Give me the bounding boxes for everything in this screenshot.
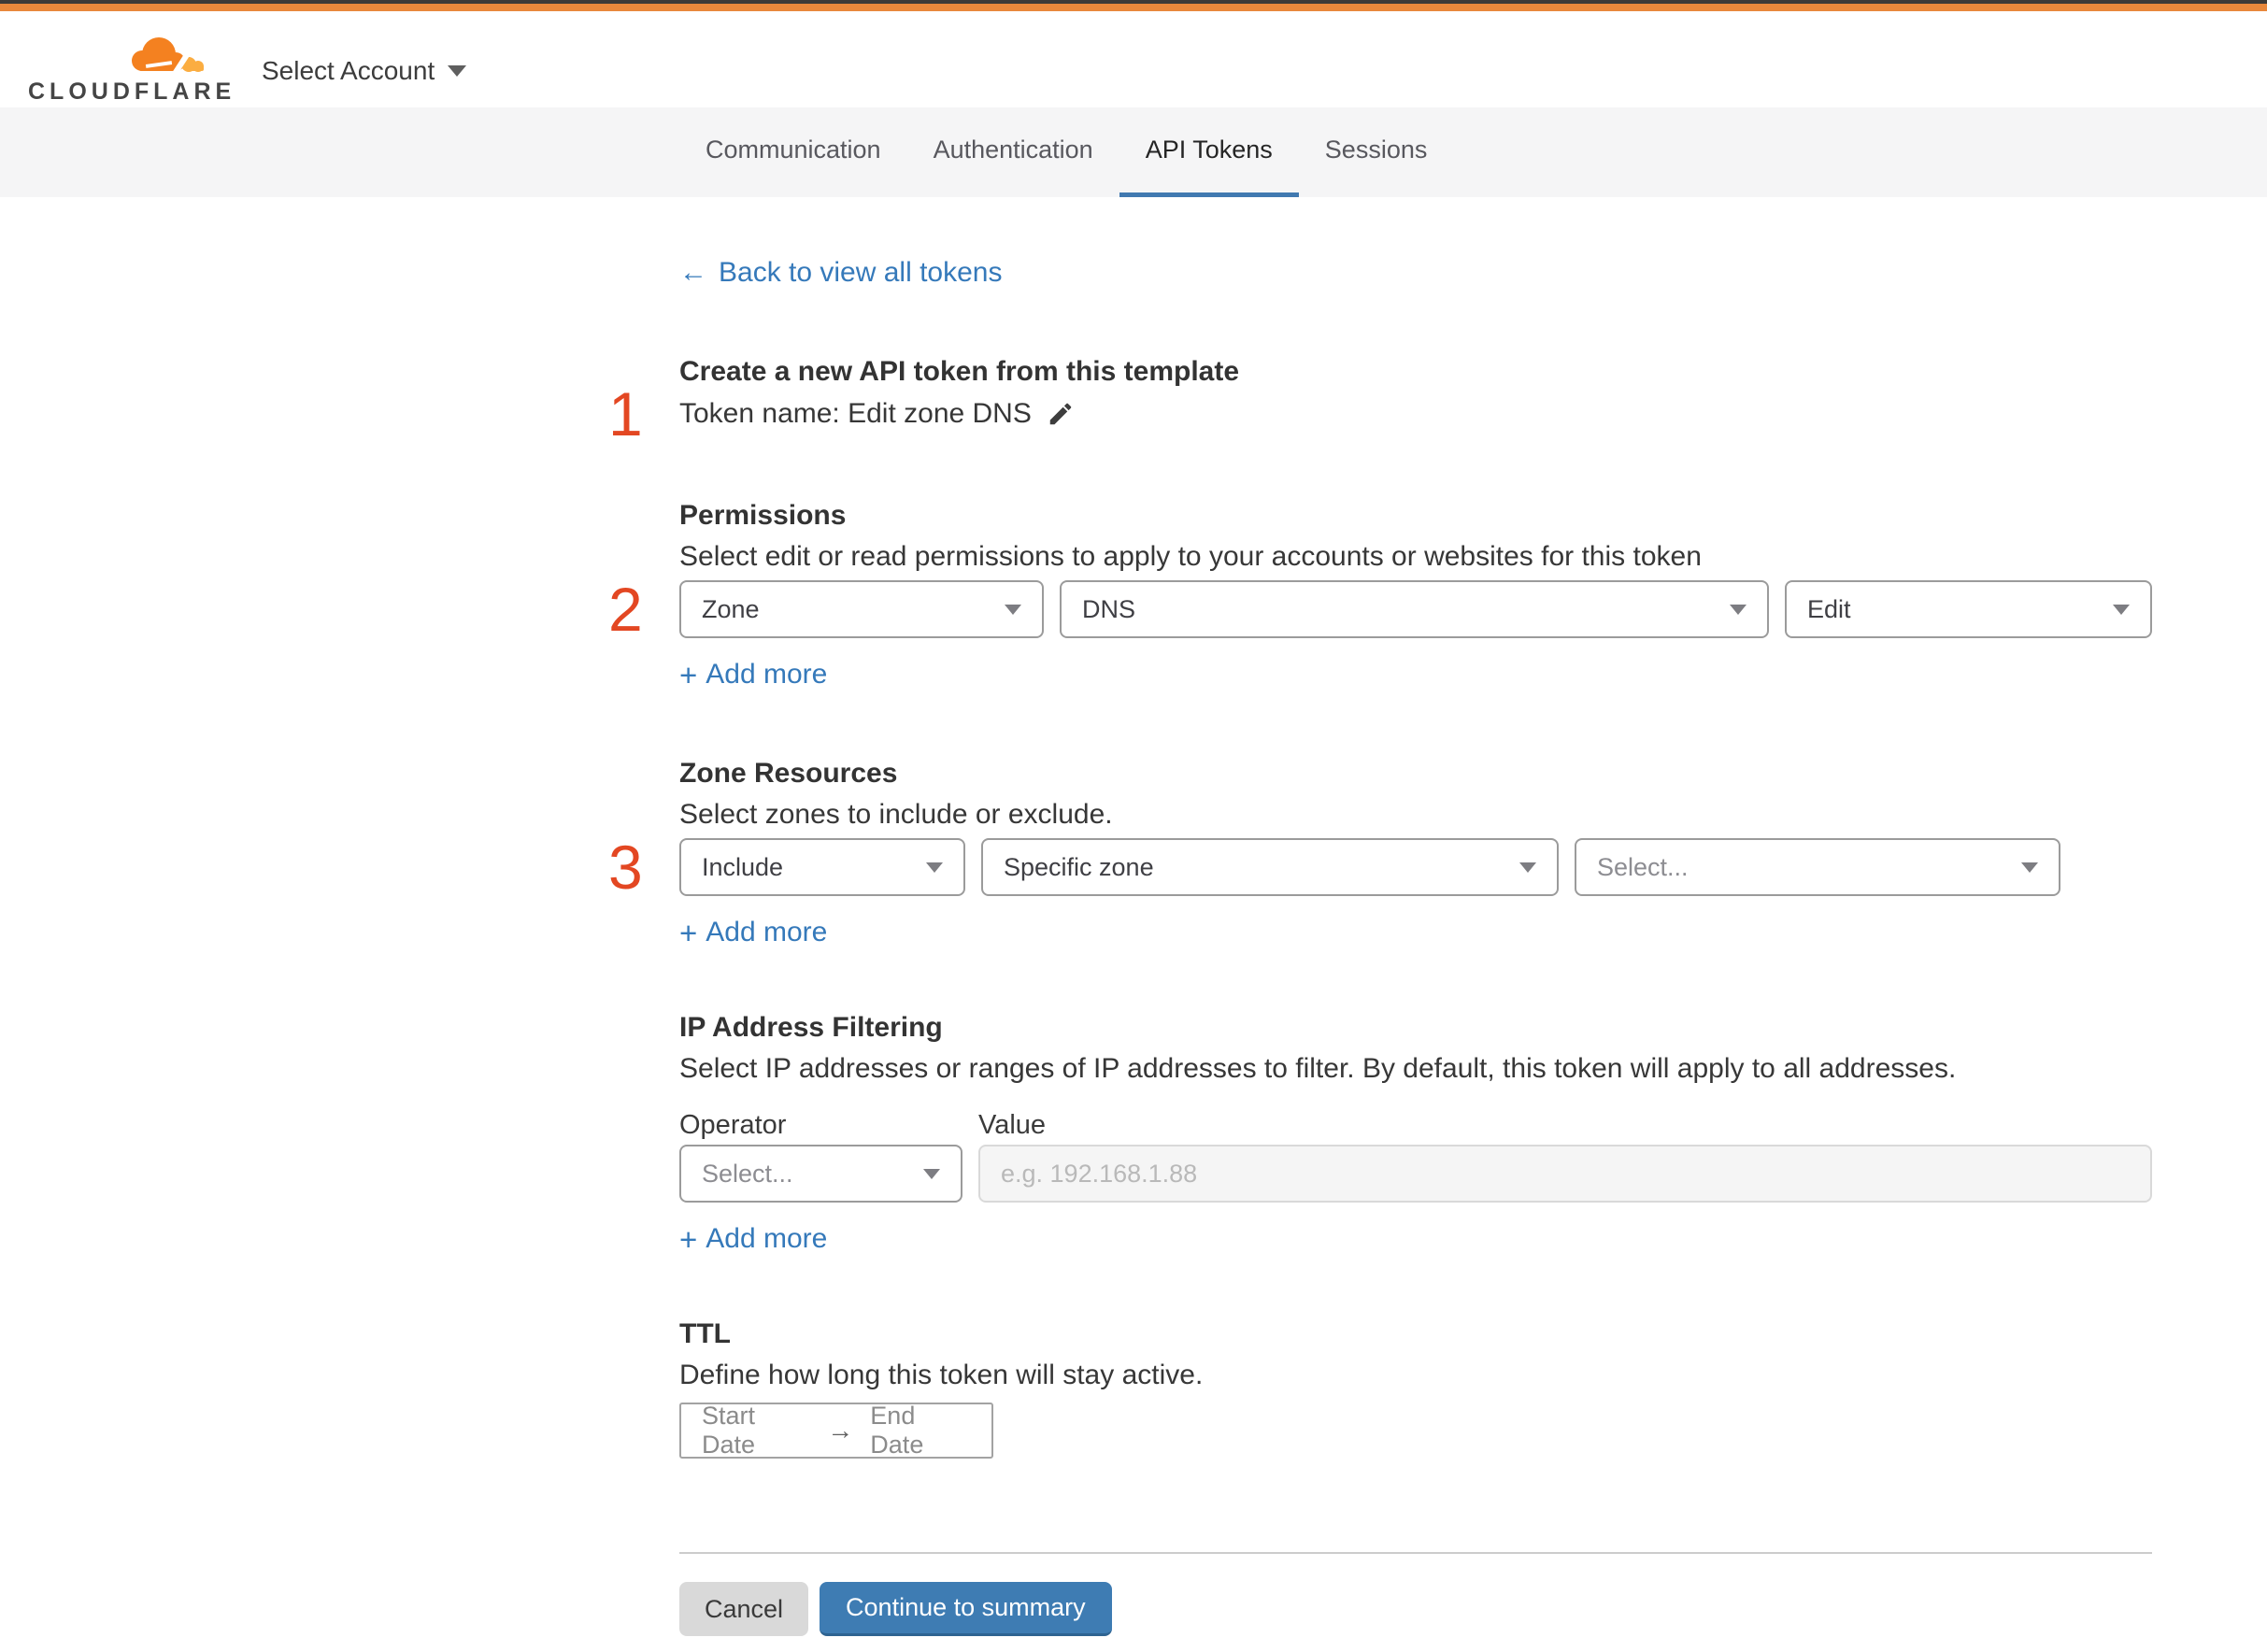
- value-label: Value: [978, 1110, 1047, 1140]
- ttl-heading: TTL: [679, 1318, 731, 1349]
- permissions-section: Permissions Select edit or read permissi…: [608, 498, 2152, 691]
- back-link-label: Back to view all tokens: [719, 257, 1003, 288]
- end-date-label: End Date: [870, 1402, 924, 1459]
- footer-divider: [679, 1552, 2152, 1554]
- permission-scope-select[interactable]: Zone: [679, 580, 1044, 638]
- caret-down-icon: [2113, 604, 2130, 615]
- cancel-button[interactable]: Cancel: [679, 1582, 809, 1636]
- ttl-section: TTL Define how long this token will stay…: [679, 1317, 2152, 1459]
- ip-operator-select[interactable]: Select...: [679, 1145, 962, 1203]
- ip-filtering-section: IP Address Filtering Select IP addresses…: [679, 1010, 2152, 1255]
- start-date-label: Start Date: [702, 1402, 756, 1459]
- zone-resources-description: Select zones to include or exclude.: [679, 799, 1113, 830]
- ip-filtering-heading: IP Address Filtering: [679, 1012, 943, 1043]
- permissions-heading: Permissions: [679, 500, 847, 531]
- arrow-right-icon: →: [827, 1416, 854, 1445]
- tab-bar: Communication Authentication API Tokens …: [0, 107, 2267, 197]
- cloudflare-cloud-icon: [132, 37, 204, 76]
- account-selector[interactable]: Select Account: [262, 56, 467, 86]
- zone-resources-heading: Zone Resources: [679, 758, 898, 789]
- arrow-left-icon: ←: [679, 257, 707, 288]
- tab-label: Authentication: [933, 135, 1093, 164]
- permissions-description: Select edit or read permissions to apply…: [679, 541, 1702, 572]
- permissions-add-more-link[interactable]: + Add more: [679, 659, 827, 691]
- select-placeholder: Select...: [702, 1159, 793, 1188]
- cloudflare-logo: CLOUDFLARE: [28, 30, 236, 106]
- caret-down-icon: [1519, 862, 1536, 873]
- operator-label: Operator: [679, 1110, 787, 1140]
- zone-picker-select[interactable]: Select...: [1575, 838, 2060, 896]
- add-more-label: Add more: [706, 917, 828, 947]
- select-value: Specific zone: [1004, 852, 1154, 881]
- permission-access-select[interactable]: Edit: [1785, 580, 2152, 638]
- chevron-down-icon: [448, 65, 467, 77]
- page-title: Create a new API token from this templat…: [679, 356, 1240, 387]
- cloudflare-logo-text: CLOUDFLARE: [28, 78, 236, 105]
- tab-sessions[interactable]: Sessions: [1299, 107, 1454, 197]
- tab-label: API Tokens: [1145, 135, 1273, 164]
- caret-down-icon: [2021, 862, 2038, 873]
- ip-filtering-description: Select IP addresses or ranges of IP addr…: [679, 1053, 1957, 1084]
- select-value: DNS: [1082, 594, 1136, 623]
- select-placeholder: Select...: [1597, 852, 1689, 881]
- add-more-label: Add more: [706, 1223, 828, 1254]
- caret-down-icon: [926, 862, 943, 873]
- top-accent-bar: [0, 4, 2267, 11]
- ttl-date-range-picker[interactable]: Start Date → End Date: [679, 1402, 993, 1459]
- caret-down-icon: [923, 1168, 940, 1179]
- step-number-3: 3: [608, 833, 643, 902]
- main-content: ← Back to view all tokens Create a new A…: [608, 197, 2152, 1636]
- continue-to-summary-button[interactable]: Continue to summary: [820, 1582, 1112, 1636]
- plus-icon: +: [679, 657, 698, 692]
- step-number-1: 1: [608, 379, 643, 449]
- token-name-section: Create a new API token from this templat…: [608, 354, 2152, 445]
- plus-icon: +: [679, 1221, 698, 1257]
- token-name-text: Token name: Edit zone DNS: [679, 398, 1032, 429]
- edit-pencil-icon[interactable]: [1047, 400, 1075, 428]
- ip-value-input: [978, 1145, 2152, 1203]
- permission-service-select[interactable]: DNS: [1060, 580, 1769, 638]
- plus-icon: +: [679, 915, 698, 950]
- ip-filtering-add-more-link[interactable]: + Add more: [679, 1223, 827, 1255]
- select-value: Include: [702, 852, 784, 881]
- zone-resources-section: Zone Resources Select zones to include o…: [608, 756, 2152, 948]
- select-value: Zone: [702, 594, 760, 623]
- account-selector-label: Select Account: [262, 56, 435, 85]
- add-more-label: Add more: [706, 659, 828, 690]
- tab-label: Communication: [706, 135, 881, 164]
- select-value: Edit: [1807, 594, 1851, 623]
- tab-api-tokens[interactable]: API Tokens: [1119, 107, 1299, 197]
- zone-type-select[interactable]: Specific zone: [981, 838, 1559, 896]
- zone-resources-add-more-link[interactable]: + Add more: [679, 917, 827, 948]
- footer-actions: Cancel Continue to summary: [679, 1582, 2152, 1636]
- zone-mode-select[interactable]: Include: [679, 838, 965, 896]
- tab-authentication[interactable]: Authentication: [907, 107, 1119, 197]
- tab-communication[interactable]: Communication: [679, 107, 907, 197]
- caret-down-icon: [1730, 604, 1747, 615]
- header: CLOUDFLARE Select Account: [0, 11, 2267, 107]
- step-number-2: 2: [608, 575, 643, 644]
- tab-label: Sessions: [1324, 135, 1428, 164]
- ttl-description: Define how long this token will stay act…: [679, 1360, 1204, 1390]
- caret-down-icon: [1005, 604, 1021, 615]
- back-to-tokens-link[interactable]: ← Back to view all tokens: [679, 257, 1002, 289]
